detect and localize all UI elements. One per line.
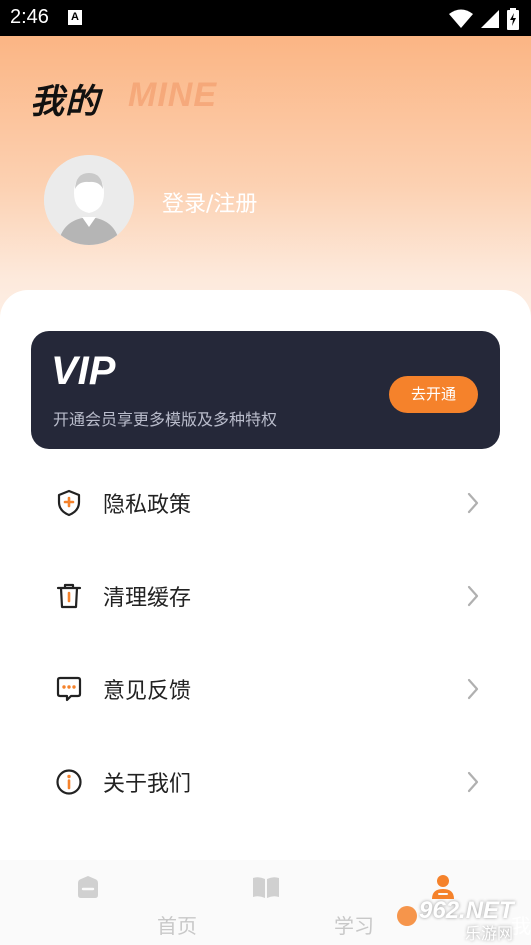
shield-icon — [57, 489, 81, 517]
vip-description: 开通会员享更多模版及多种特权 — [53, 410, 278, 429]
login-register-link[interactable]: 登录/注册 — [162, 186, 257, 218]
vip-open-button[interactable]: 去开通 — [389, 376, 478, 413]
tab-study[interactable]: 学习 — [177, 860, 374, 945]
info-icon — [56, 769, 82, 795]
status-time: 2:46 — [10, 6, 49, 28]
chat-icon — [56, 676, 82, 702]
chevron-right-icon — [467, 771, 479, 793]
signal-icon — [481, 10, 499, 28]
menu-item-about[interactable]: 关于我们 — [0, 735, 531, 828]
notification-a-icon: A — [68, 10, 82, 25]
chevron-right-icon — [467, 585, 479, 607]
status-icons — [449, 8, 519, 30]
page-title-en: MINE — [128, 76, 217, 114]
chevron-right-icon — [467, 678, 479, 700]
status-bar: 2:46 A — [0, 0, 531, 36]
vip-logo-text: VIP — [51, 349, 116, 389]
avatar[interactable] — [44, 155, 134, 245]
menu-item-clear-cache[interactable]: 清理缓存 — [0, 549, 531, 642]
vip-logo: VIP — [51, 349, 135, 393]
watermark: 962.NET 乐游网 — [395, 893, 531, 945]
menu-label-clear-cache: 清理缓存 — [103, 586, 192, 611]
watermark-logo-icon — [397, 906, 417, 926]
home-icon — [78, 876, 98, 898]
book-icon — [253, 877, 279, 898]
menu-label-privacy: 隐私政策 — [103, 493, 192, 518]
battery-icon — [507, 8, 519, 30]
menu-label-about: 关于我们 — [103, 772, 192, 797]
vip-logo-icon: VIP — [51, 349, 116, 393]
chevron-right-icon — [467, 492, 479, 514]
default-avatar-icon — [44, 155, 134, 245]
wifi-icon — [449, 9, 473, 28]
vip-card[interactable]: VIP 开通会员享更多模版及多种特权 去开通 — [31, 331, 500, 449]
menu-label-feedback: 意见反馈 — [103, 679, 192, 704]
watermark-subtext: 乐游网 — [465, 924, 514, 943]
menu-item-privacy[interactable]: 隐私政策 — [0, 456, 531, 549]
menu-item-feedback[interactable]: 意见反馈 — [0, 642, 531, 735]
tab-home[interactable]: 首页 — [0, 860, 197, 945]
trash-icon — [56, 583, 82, 609]
page-title: 我的 — [30, 82, 100, 122]
